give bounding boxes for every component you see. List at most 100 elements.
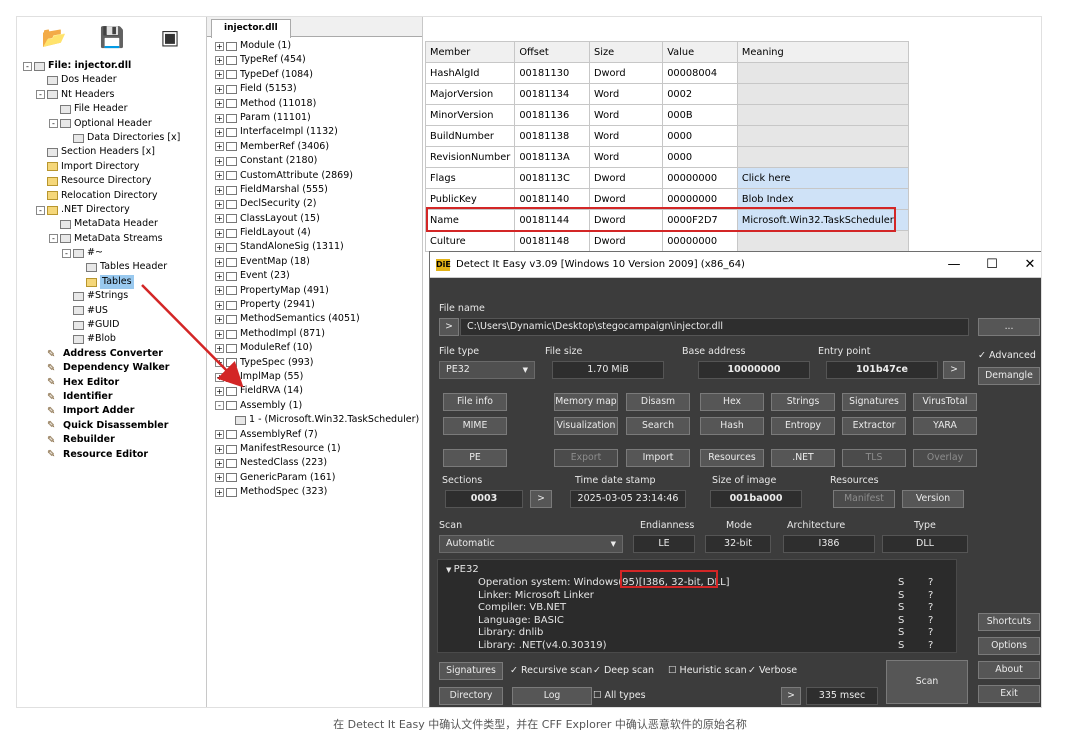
tree-node-section-headers-x[interactable]: Section Headers [x] bbox=[17, 145, 207, 159]
directory-button[interactable]: Directory bbox=[439, 687, 503, 705]
export-button[interactable]: Export bbox=[554, 449, 618, 467]
table-row[interactable]: RevisionNumber 0018113A Word 0000 bbox=[424, 146, 910, 168]
entry-point-go-button[interactable]: > bbox=[943, 361, 965, 379]
table-node-fieldrva-14[interactable]: + FieldRVA (14) bbox=[215, 384, 422, 398]
extractor-button[interactable]: Extractor bbox=[842, 417, 906, 435]
search-button[interactable]: Search bbox=[626, 417, 690, 435]
verbose-checkbox[interactable]: ✓ Verbose bbox=[748, 665, 797, 676]
manifest-button[interactable]: Manifest bbox=[833, 490, 895, 508]
expander-icon[interactable]: - bbox=[215, 401, 224, 411]
expander-icon[interactable]: + bbox=[215, 257, 224, 267]
expander-icon[interactable]: - bbox=[62, 248, 71, 258]
result-info-icon[interactable]: ? bbox=[928, 615, 933, 626]
table-node-genericparam-161[interactable]: + GenericParam (161) bbox=[215, 471, 422, 485]
table-node-typespec-993[interactable]: + TypeSpec (993) bbox=[215, 356, 422, 370]
browse-button[interactable]: ... bbox=[978, 318, 1040, 336]
log-button[interactable]: Log bbox=[512, 687, 592, 705]
table-node-field-5153[interactable]: + Field (5153) bbox=[215, 82, 422, 96]
table-node-property-2941[interactable]: + Property (2941) bbox=[215, 298, 422, 312]
tree-node-address-converter[interactable]: ✎ Address Converter bbox=[17, 347, 207, 361]
maximize-button[interactable]: ☐ bbox=[974, 252, 1010, 278]
table-node-classlayout-15[interactable]: + ClassLayout (15) bbox=[215, 212, 422, 226]
table-node-memberref-3406[interactable]: + MemberRef (3406) bbox=[215, 140, 422, 154]
table-node-customattribute-2869[interactable]: + CustomAttribute (2869) bbox=[215, 169, 422, 183]
scan-button[interactable]: Scan bbox=[886, 660, 968, 704]
table-node-param-11101[interactable]: + Param (11101) bbox=[215, 111, 422, 125]
table-node-moduleref-10[interactable]: + ModuleRef (10) bbox=[215, 341, 422, 355]
window-icon[interactable]: ▣ bbox=[156, 23, 184, 51]
disasm-button[interactable]: Disasm bbox=[626, 393, 690, 411]
tls-button[interactable]: TLS bbox=[842, 449, 906, 467]
minimize-button[interactable]: — bbox=[936, 252, 972, 278]
expander-icon[interactable]: + bbox=[215, 459, 224, 469]
table-node-event-23[interactable]: + Event (23) bbox=[215, 269, 422, 283]
tree-node-file-header[interactable]: File Header bbox=[17, 102, 207, 116]
table-row[interactable]: MajorVersion 00181134 Word 0002 bbox=[424, 83, 910, 105]
result-info-icon[interactable]: ? bbox=[928, 577, 933, 588]
result-info-icon[interactable]: ? bbox=[928, 640, 933, 651]
table-node-eventmap-18[interactable]: + EventMap (18) bbox=[215, 255, 422, 269]
column-header-offset[interactable]: Offset bbox=[514, 41, 590, 63]
overlay-button[interactable]: Overlay bbox=[913, 449, 977, 467]
tree-node-quick-disassembler[interactable]: ✎ Quick Disassembler bbox=[17, 419, 207, 433]
file-type-select[interactable]: PE32 ▼ bbox=[439, 361, 535, 379]
recursive-scan-checkbox[interactable]: ✓ Recursive scan bbox=[510, 665, 592, 676]
about-button[interactable]: About bbox=[978, 661, 1040, 679]
file-path-go-button[interactable]: > bbox=[439, 318, 459, 336]
import-button[interactable]: Import bbox=[626, 449, 690, 467]
table-node-fieldlayout-4[interactable]: + FieldLayout (4) bbox=[215, 226, 422, 240]
heuristic-scan-checkbox[interactable]: ☐ Heuristic scan bbox=[668, 665, 747, 676]
expander-icon[interactable]: + bbox=[215, 343, 224, 353]
tree-node-guid[interactable]: #GUID bbox=[17, 318, 207, 332]
result-info-icon[interactable]: ? bbox=[928, 602, 933, 613]
tree-node-[interactable]: - #~ bbox=[17, 246, 207, 260]
result-line[interactable]: Library: dnlib bbox=[478, 627, 543, 638]
expander-icon[interactable]: + bbox=[215, 156, 224, 166]
result-line[interactable]: Compiler: VB.NET bbox=[478, 602, 566, 613]
expander-icon[interactable]: - bbox=[36, 205, 45, 215]
expander-icon[interactable]: + bbox=[215, 171, 224, 181]
table-node-methodspec-323[interactable]: + MethodSpec (323) bbox=[215, 485, 422, 499]
table-node-methodimpl-871[interactable]: + MethodImpl (871) bbox=[215, 327, 422, 341]
memory-map-button[interactable]: Memory map bbox=[554, 393, 618, 411]
tree-node-identifier[interactable]: ✎ Identifier bbox=[17, 390, 207, 404]
expander-icon[interactable]: + bbox=[215, 315, 224, 325]
tree-node-resource-directory[interactable]: Resource Directory bbox=[17, 174, 207, 188]
options-button[interactable]: Options bbox=[978, 637, 1040, 655]
net-button[interactable]: .NET bbox=[771, 449, 835, 467]
expander-icon[interactable]: + bbox=[215, 387, 224, 397]
expander-icon[interactable]: - bbox=[49, 119, 58, 129]
table-node-methodsemantics-4051[interactable]: + MethodSemantics (4051) bbox=[215, 312, 422, 326]
expander-icon[interactable]: + bbox=[215, 228, 224, 238]
expander-icon[interactable]: + bbox=[215, 300, 224, 310]
expander-icon[interactable]: + bbox=[215, 487, 224, 497]
tree-node-net-directory[interactable]: - .NET Directory bbox=[17, 203, 207, 217]
column-header-value[interactable]: Value bbox=[662, 41, 738, 63]
file-path-field[interactable]: C:\Users\Dynamic\Desktop\stegocampaign\i… bbox=[460, 318, 969, 336]
strings-button[interactable]: Strings bbox=[771, 393, 835, 411]
table-node-declsecurity-2[interactable]: + DeclSecurity (2) bbox=[215, 197, 422, 211]
demangle-button[interactable]: Demangle bbox=[978, 367, 1040, 385]
column-header-size[interactable]: Size bbox=[588, 41, 664, 63]
expander-icon[interactable]: + bbox=[215, 185, 224, 195]
tree-node-tables-header[interactable]: Tables Header bbox=[17, 260, 207, 274]
tree-node-dos-header[interactable]: Dos Header bbox=[17, 73, 207, 87]
table-row[interactable]: HashAlgId 00181130 Dword 00008004 bbox=[424, 62, 910, 84]
entropy-button[interactable]: Entropy bbox=[771, 417, 835, 435]
result-info-icon[interactable]: ? bbox=[928, 627, 933, 638]
tree-node-optional-header[interactable]: - Optional Header bbox=[17, 117, 207, 131]
table-row[interactable]: MinorVersion 00181136 Word 000B bbox=[424, 104, 910, 126]
close-button[interactable]: ✕ bbox=[1012, 252, 1041, 278]
expander-icon[interactable]: + bbox=[215, 99, 224, 109]
expander-icon[interactable]: + bbox=[215, 444, 224, 454]
expander-icon[interactable]: + bbox=[215, 70, 224, 80]
table-node-typeref-454[interactable]: + TypeRef (454) bbox=[215, 53, 422, 67]
expander-icon[interactable]: + bbox=[215, 214, 224, 224]
column-header-member[interactable]: Member bbox=[424, 41, 516, 63]
hex-button[interactable]: Hex bbox=[700, 393, 764, 411]
result-root[interactable]: ▼ PE32 bbox=[446, 564, 479, 575]
expander-icon[interactable]: - bbox=[36, 90, 45, 100]
resources-button[interactable]: Resources bbox=[700, 449, 764, 467]
table-node-standalonesig-1311[interactable]: + StandAloneSig (1311) bbox=[215, 240, 422, 254]
expander-icon[interactable]: + bbox=[215, 243, 224, 253]
